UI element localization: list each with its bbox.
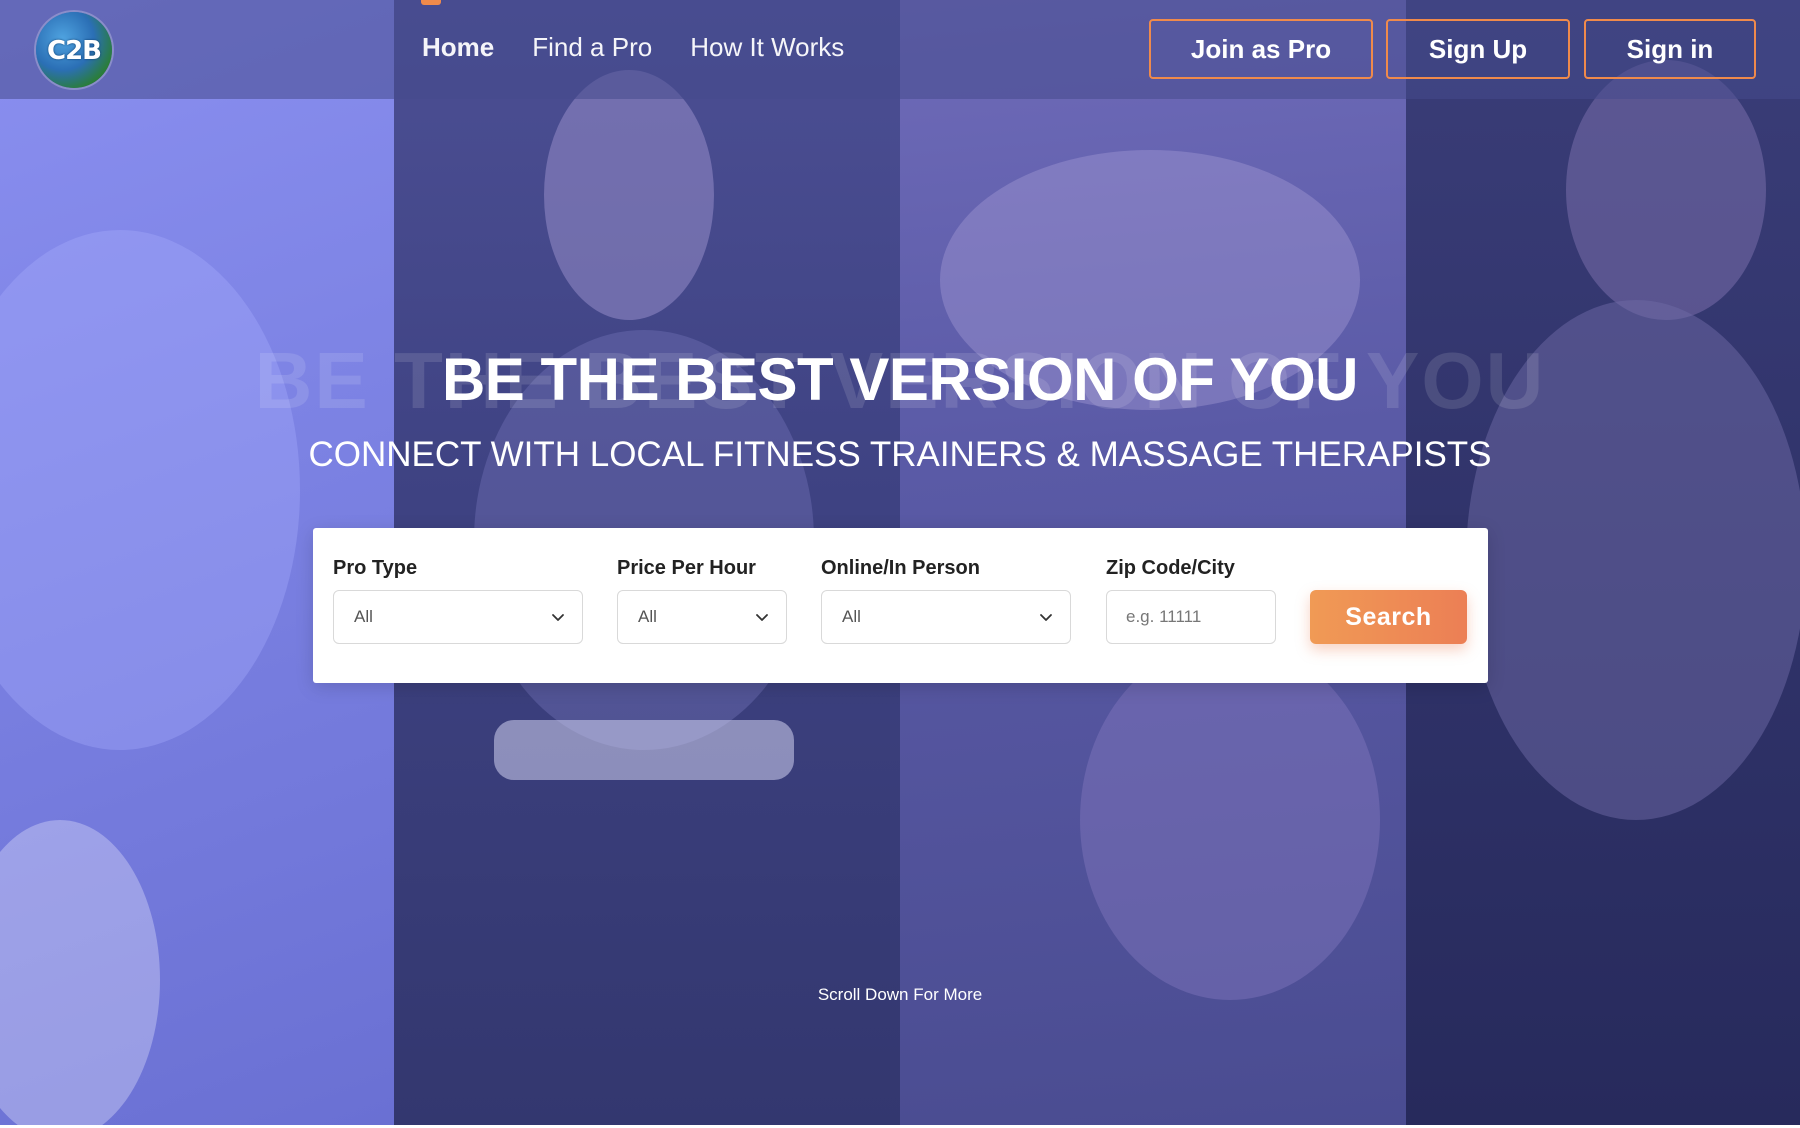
online-in-person-value: All <box>842 607 861 626</box>
price-per-hour-value: All <box>638 607 657 626</box>
price-per-hour-label: Price Per Hour <box>617 557 756 579</box>
site-header: C2B Home Find a Pro How It Works Join as… <box>0 0 1800 99</box>
main-nav: Home Find a Pro How It Works <box>422 32 844 63</box>
chevron-down-icon <box>756 614 768 621</box>
hero-subtitle: CONNECT WITH LOCAL FITNESS TRAINERS & MA… <box>308 435 1492 474</box>
logo-text: C2B <box>47 36 102 66</box>
site-logo[interactable]: C2B <box>36 12 112 88</box>
pro-type-label: Pro Type <box>333 557 418 579</box>
chevron-down-icon <box>1040 614 1052 621</box>
search-card: Pro Type All Price Per Hour All Online/I… <box>313 528 1488 683</box>
sign-in-button[interactable]: Sign in <box>1584 19 1756 79</box>
nav-item-find-a-pro[interactable]: Find a Pro <box>532 32 652 63</box>
sign-up-button[interactable]: Sign Up <box>1386 19 1570 79</box>
zip-code-city-input[interactable] <box>1106 590 1276 644</box>
online-in-person-label: Online/In Person <box>821 557 980 579</box>
search-button[interactable]: Search <box>1310 590 1467 644</box>
hero-title: BE THE BEST VERSION OF YOU <box>441 346 1359 413</box>
online-in-person-select[interactable]: All <box>821 590 1071 644</box>
nav-item-how-it-works[interactable]: How It Works <box>690 32 844 63</box>
active-nav-indicator <box>421 0 441 5</box>
price-per-hour-select[interactable]: All <box>617 590 787 644</box>
nav-item-home[interactable]: Home <box>422 32 494 63</box>
chevron-down-icon <box>552 614 564 621</box>
scroll-down-hint[interactable]: Scroll Down For More <box>0 985 1800 1005</box>
zip-code-city-label: Zip Code/City <box>1106 557 1235 579</box>
join-as-pro-button[interactable]: Join as Pro <box>1149 19 1373 79</box>
pro-type-value: All <box>354 607 373 626</box>
pro-type-select[interactable]: All <box>333 590 583 644</box>
